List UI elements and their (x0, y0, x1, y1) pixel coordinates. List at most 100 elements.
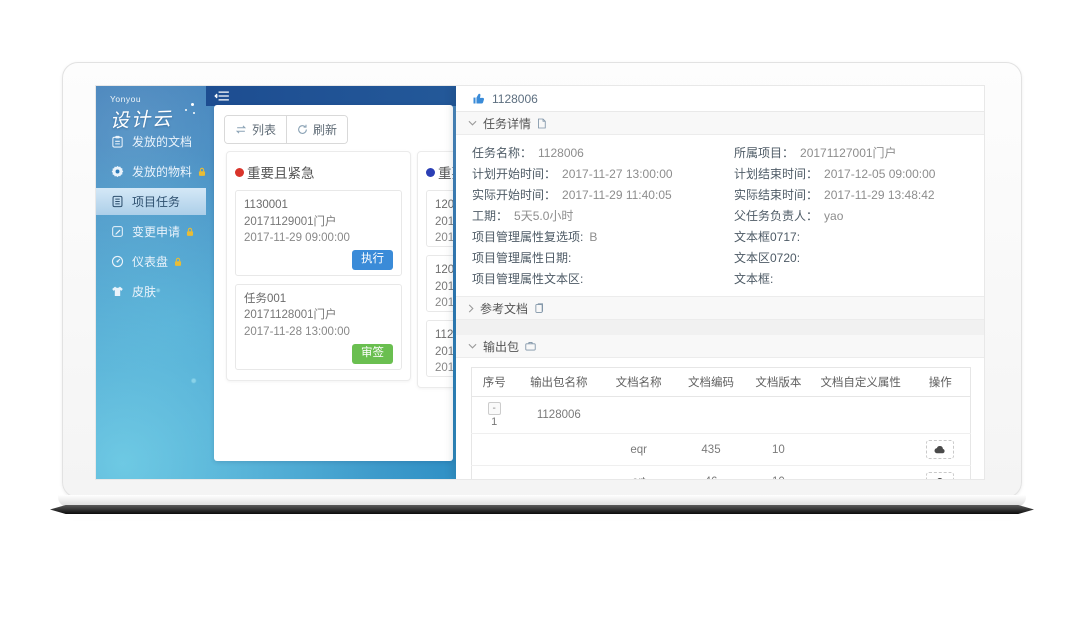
kanban-columns: 重要且紧急 1130001 20171129001门户 2017-11-29 0… (226, 151, 453, 388)
section-gap (456, 320, 985, 335)
document-icon (537, 118, 546, 129)
refresh-label: 刷新 (313, 121, 337, 138)
field-value: 20171127001门户 (800, 146, 897, 160)
doc-version-cell: 10 (746, 466, 811, 481)
download-button[interactable] (926, 472, 954, 480)
sidebar-item-skin[interactable]: 皮肤 (96, 278, 206, 305)
device-reflection: Yonyou 设计云 发放的文档 (62, 520, 1022, 620)
section-output-package[interactable]: 输出包 (456, 335, 985, 358)
detail-header: 1128006 (456, 86, 985, 112)
doc-version-cell: 10 (746, 434, 811, 466)
task-time: 2017- (435, 295, 453, 312)
edit-icon (111, 225, 125, 239)
cloud-download-icon (934, 477, 946, 480)
lock-icon (174, 257, 182, 267)
field-label: 任务名称： (472, 146, 532, 160)
fields-left-column: 任务名称：1128006 计划开始时间：2017-11-27 13:00:00 … (472, 143, 734, 290)
app-screen: Yonyou 设计云 发放的文档 (95, 85, 985, 480)
view-toolbar: 列表 刷新 (224, 115, 348, 144)
field-label: 文本框0717: (734, 230, 800, 244)
sidebar-item-label: 变更申请 (132, 223, 180, 240)
briefcase-icon (525, 341, 536, 351)
package-group-row: - 1 1128006 (472, 397, 971, 434)
sidebar-item-dashboard[interactable]: 仪表盘 (96, 248, 206, 275)
detail-task-id: 1128006 (492, 92, 538, 106)
task-project: 20171129001门户 (244, 214, 393, 231)
collapse-sidebar-icon[interactable] (214, 90, 230, 102)
section-label: 输出包 (483, 338, 519, 355)
sidebar-item-label: 发放的物料 (132, 163, 192, 180)
task-list-panel: 列表 刷新 重要且紧急 (214, 105, 453, 461)
doc-code-cell: 46 (676, 466, 746, 481)
review-sign-button[interactable]: 审签 (352, 344, 393, 364)
task-name: 任务001 (244, 291, 393, 308)
doc-name-cell: ert (601, 466, 676, 481)
field-value: B (589, 230, 597, 244)
red-dot-icon (235, 168, 244, 177)
list-view-label: 列表 (252, 121, 276, 138)
task-detail-panel: 1128006 任务详情 任务名称：1128006 计划开始时间：2017-11… (456, 86, 985, 480)
kanban-column-urgent-important: 重要且紧急 1130001 20171129001门户 2017-11-29 0… (226, 151, 411, 381)
field-label: 文本框: (734, 272, 773, 286)
kanban-column-title: 重要 (438, 162, 453, 182)
section-label: 参考文档 (480, 300, 528, 317)
field-label: 项目管理属性文本区: (472, 272, 583, 286)
task-card[interactable]: 12010 20171 2017- (426, 255, 453, 312)
field-value: 2017-12-05 09:00:00 (824, 167, 935, 181)
sidebar-item-change-request[interactable]: 变更申请 (96, 218, 206, 245)
doc-name-cell: eqr (601, 434, 676, 466)
field-value: yao (824, 209, 843, 223)
table-header-row: 序号 输出包名称 文档名称 文档编码 文档版本 文档自定义属性 操作 (472, 368, 971, 397)
column-header: 序号 (472, 368, 517, 397)
task-time: 2017- (435, 360, 453, 377)
download-button[interactable] (926, 440, 954, 459)
task-time: 2017- (435, 230, 453, 247)
chevron-right-icon (468, 304, 474, 313)
doc-code-cell: 435 (676, 434, 746, 466)
column-header: 输出包名称 (516, 368, 601, 397)
output-package-table-wrap: 序号 输出包名称 文档名称 文档编码 文档版本 文档自定义属性 操作 (456, 358, 985, 480)
field-label: 工期： (472, 209, 508, 223)
lock-icon (186, 227, 194, 237)
device-mockup: Yonyou 设计云 发放的文档 (62, 62, 1022, 514)
execute-button[interactable]: 执行 (352, 250, 393, 270)
kanban-column-header: 重要且紧急 (235, 162, 402, 182)
gauge-icon (111, 255, 125, 269)
doc-custom-attr-cell (811, 434, 911, 466)
field-label: 父任务负责人： (734, 209, 818, 223)
page: Yonyou 设计云 发放的文档 (0, 0, 1080, 620)
column-header: 文档自定义属性 (811, 368, 911, 397)
sidebar-item-project-tasks[interactable]: 项目任务 (96, 188, 206, 215)
file-copy-icon (534, 303, 544, 314)
column-header: 文档名称 (601, 368, 676, 397)
clipboard-icon (111, 135, 125, 149)
list-view-button[interactable]: 列表 (225, 116, 286, 143)
sidebar-item-label: 仪表盘 (132, 253, 168, 270)
refresh-button[interactable]: 刷新 (286, 116, 347, 143)
refresh-icon (297, 124, 308, 135)
task-card[interactable]: 1130001 20171129001门户 2017-11-29 09:00:0… (235, 190, 402, 276)
sidebar-item-issued-documents[interactable]: 发放的文档 (96, 128, 206, 155)
task-project: 20171 (435, 214, 453, 231)
lock-icon (198, 167, 206, 177)
column-header: 操作 (911, 368, 971, 397)
task-name: 12010 (435, 262, 453, 279)
collapse-row-toggle[interactable]: - (488, 402, 501, 415)
brand-stars-decoration (182, 102, 198, 118)
chevron-down-icon (468, 120, 477, 126)
package-name-cell: 1128006 (516, 397, 601, 434)
sidebar: Yonyou 设计云 发放的文档 (96, 86, 206, 480)
task-project: 20171128001门户 (244, 307, 393, 324)
sidebar-item-issued-materials[interactable]: 发放的物料 (96, 158, 206, 185)
sidebar-item-label: 项目任务 (132, 193, 180, 210)
device-base-edge (50, 505, 1034, 514)
task-name: 1130001 (244, 197, 393, 214)
section-reference-documents[interactable]: 参考文档 (456, 296, 985, 320)
task-name: 12010 (435, 197, 453, 214)
task-card[interactable]: 任务001 20171128001门户 2017-11-28 13:00:00 … (235, 284, 402, 370)
task-card[interactable]: 12010 20171 2017- (426, 190, 453, 247)
sidebar-menu: 发放的文档 发放的物料 (96, 128, 206, 308)
field-label: 计划开始时间： (472, 167, 556, 181)
task-card[interactable]: 11290 20171 2017- (426, 320, 453, 377)
section-task-details[interactable]: 任务详情 (456, 112, 985, 135)
